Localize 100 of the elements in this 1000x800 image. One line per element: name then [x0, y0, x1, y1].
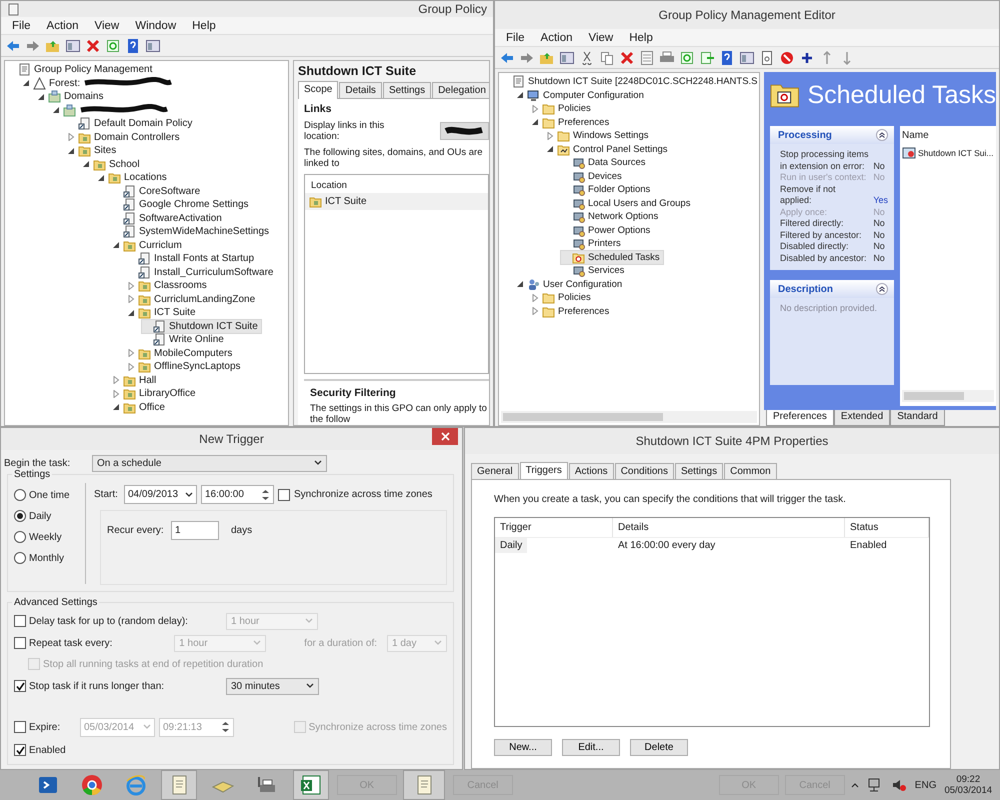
- expanded-arrow-icon[interactable]: [97, 174, 105, 182]
- tree-item[interactable]: Preferences: [531, 304, 612, 318]
- spreadsheet-icon[interactable]: [298, 773, 323, 797]
- delete-icon[interactable]: [619, 50, 635, 66]
- tab[interactable]: Delegation: [432, 82, 489, 98]
- tree-item[interactable]: Hall: [112, 374, 160, 387]
- tree-item[interactable]: CoreSoftware: [112, 184, 204, 198]
- dialog-button[interactable]: Edit...: [562, 739, 620, 756]
- expanded-arrow-icon[interactable]: [546, 145, 554, 154]
- taskbar-button[interactable]: [292, 770, 329, 800]
- tree-item[interactable]: Locations: [97, 171, 170, 184]
- tab[interactable]: Actions: [568, 463, 614, 479]
- menu-item[interactable]: Help: [622, 30, 660, 46]
- taskbar-button[interactable]: [161, 770, 198, 800]
- checkbox[interactable]: [14, 721, 26, 733]
- collapsed-arrow-icon[interactable]: [127, 362, 135, 371]
- menu-item[interactable]: Action: [40, 18, 86, 34]
- pane-icon[interactable]: [145, 38, 161, 54]
- caret-up-icon[interactable]: [850, 782, 859, 788]
- refresh-icon[interactable]: [679, 50, 695, 66]
- tree-item[interactable]: Printers: [561, 237, 624, 250]
- input-field[interactable]: 1: [171, 521, 219, 540]
- tab[interactable]: Standard: [890, 410, 945, 426]
- collapsed-arrow-icon[interactable]: [531, 104, 539, 113]
- help-icon[interactable]: [125, 38, 141, 54]
- tree-item[interactable]: Data Sources: [561, 156, 649, 170]
- pane-icon[interactable]: [559, 50, 575, 66]
- tree-item[interactable]: LibraryOffice: [112, 387, 199, 400]
- tree-item[interactable]: Install Fonts at Startup: [127, 252, 258, 266]
- properties-icon[interactable]: [639, 50, 655, 66]
- radio-button[interactable]: [14, 552, 26, 564]
- collapsed-arrow-icon[interactable]: [546, 132, 554, 140]
- collapse-icon[interactable]: [876, 283, 888, 295]
- column-header[interactable]: Name: [902, 130, 994, 141]
- radio-button[interactable]: [14, 531, 26, 543]
- browser-icon[interactable]: [80, 773, 104, 797]
- tree-item[interactable]: Google Chrome Settings: [112, 198, 252, 212]
- clock-time[interactable]: 09:22: [956, 774, 980, 785]
- expanded-arrow-icon[interactable]: [52, 106, 60, 114]
- collapsed-arrow-icon[interactable]: [112, 390, 120, 398]
- expanded-arrow-icon[interactable]: [531, 118, 539, 126]
- pane-icon[interactable]: [65, 38, 81, 54]
- column-header[interactable]: Location: [305, 175, 488, 193]
- checkbox[interactable]: [14, 615, 26, 627]
- expanded-arrow-icon[interactable]: [37, 92, 45, 101]
- tree-item[interactable]: Folder Options: [561, 183, 654, 196]
- tree-item[interactable]: Network Options: [561, 210, 662, 224]
- tree-item[interactable]: Office: [112, 400, 168, 414]
- dropdown[interactable]: On a schedule: [92, 454, 327, 472]
- checkbox[interactable]: [278, 488, 290, 500]
- location-dropdown[interactable]: [440, 122, 489, 140]
- taskbar-button[interactable]: [402, 770, 445, 800]
- collapse-icon[interactable]: [876, 129, 888, 141]
- tree-item[interactable]: Computer Configuration: [516, 88, 647, 102]
- collapsed-arrow-icon[interactable]: [67, 133, 75, 142]
- tree-item[interactable]: MobileComputers: [127, 346, 236, 360]
- tree-item[interactable]: Control Panel Settings: [546, 142, 671, 156]
- tree-item[interactable]: Policies: [531, 291, 594, 304]
- expanded-arrow-icon[interactable]: [127, 308, 135, 317]
- delete-icon[interactable]: [85, 38, 101, 54]
- tree-item[interactable]: SystemWideMachineSettings: [112, 225, 272, 238]
- menu-item[interactable]: View: [582, 30, 620, 46]
- tree-item[interactable]: Curriclum: [112, 238, 185, 252]
- collapsed-arrow-icon[interactable]: [127, 295, 135, 304]
- tree-item[interactable]: Domains: [37, 90, 106, 104]
- collapsed-arrow-icon[interactable]: [127, 349, 135, 358]
- expanded-arrow-icon[interactable]: [82, 160, 90, 168]
- stop-icon[interactable]: [779, 50, 795, 66]
- tab[interactable]: Conditions: [614, 463, 674, 479]
- tree-item[interactable]: SoftwareActivation: [112, 212, 225, 225]
- tab[interactable]: Common: [724, 463, 777, 479]
- tree-item[interactable]: Windows Settings: [546, 129, 652, 142]
- tree-item[interactable]: OfflineSyncLaptops: [127, 360, 244, 374]
- tree-item[interactable]: Install_CurriculumSoftware: [127, 266, 276, 279]
- tree-item[interactable]: CurriclumLandingZone: [127, 292, 258, 306]
- refresh-icon[interactable]: [105, 38, 121, 54]
- column-header[interactable]: Trigger: [495, 518, 613, 537]
- tree-item[interactable]: School: [82, 158, 143, 171]
- tree-item[interactable]: ICT Suite: [127, 306, 198, 320]
- checkbox[interactable]: [14, 637, 26, 649]
- table-cell[interactable]: Enabled: [845, 538, 892, 553]
- copy-icon[interactable]: [599, 50, 615, 66]
- spinner-icon[interactable]: [261, 488, 270, 502]
- tree-item[interactable]: Policies: [531, 102, 594, 116]
- radio-button[interactable]: [14, 510, 26, 522]
- collapsed-arrow-icon[interactable]: [127, 282, 135, 290]
- menu-item[interactable]: Window: [128, 18, 184, 34]
- expanded-arrow-icon[interactable]: [112, 403, 120, 412]
- scrollbar[interactable]: [501, 411, 757, 423]
- tree-item[interactable]: Write Online: [142, 333, 227, 346]
- collapsed-arrow-icon[interactable]: [531, 294, 539, 302]
- time-field[interactable]: 16:00:00: [201, 485, 274, 504]
- list-item[interactable]: Shutdown ICT Sui...: [918, 148, 994, 158]
- tab[interactable]: Scope: [298, 81, 338, 99]
- tab[interactable]: General: [471, 463, 519, 479]
- clock-date[interactable]: 05/03/2014: [944, 785, 992, 796]
- tree-item[interactable]: Power Options: [561, 224, 654, 237]
- tree-item[interactable]: Shutdown ICT Suite [2248DC01C.SCH2248.HANTS.S: [501, 75, 759, 88]
- tree-item[interactable]: Domain Controllers: [67, 130, 183, 144]
- expanded-arrow-icon[interactable]: [516, 280, 524, 288]
